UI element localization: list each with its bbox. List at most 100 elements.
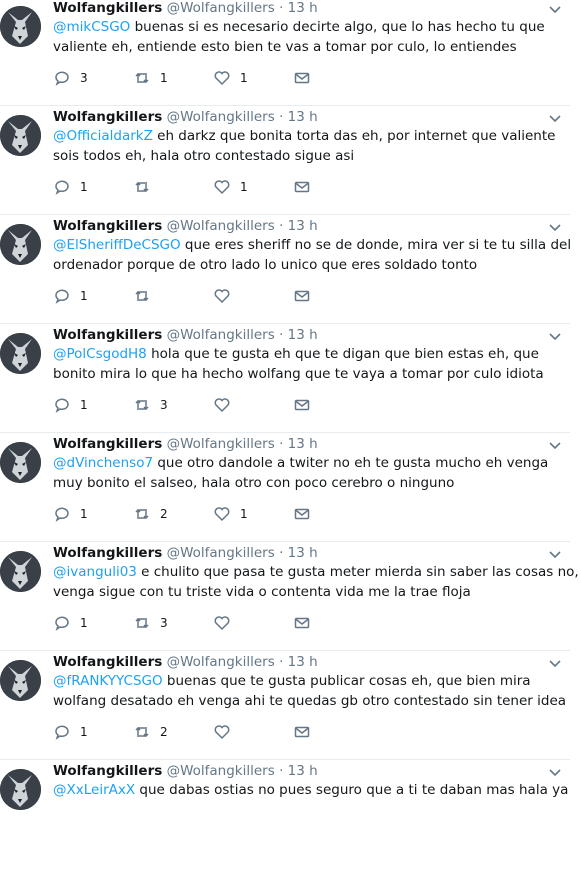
avatar[interactable] [0,333,41,374]
mention-link[interactable]: @ElSheriffDeCSGO [53,237,181,253]
tweet[interactable]: Wolfangkillers @Wolfangkillers · 13 h @X… [0,761,570,869]
tweet[interactable]: Wolfangkillers @Wolfangkillers · 13 h @i… [0,543,579,651]
like-button[interactable] [213,613,240,633]
like-button[interactable] [213,395,240,415]
wolf-avatar-icon [0,442,41,483]
avatar[interactable] [0,6,41,47]
avatar[interactable] [0,115,41,156]
retweet-button[interactable] [133,177,160,197]
timestamp[interactable]: · 13 h [279,545,318,561]
retweet-button[interactable]: 3 [133,395,168,415]
chevron-down-icon[interactable] [548,546,562,560]
direct-message-button[interactable] [293,68,311,88]
chevron-down-icon[interactable] [548,764,562,778]
timestamp[interactable]: · 13 h [279,763,318,779]
chevron-down-icon[interactable] [548,1,562,15]
chevron-down-icon[interactable] [548,110,562,124]
timestamp[interactable]: · 13 h [279,654,318,670]
reply-button[interactable]: 1 [53,613,88,633]
display-name[interactable]: Wolfangkillers [53,218,162,234]
timestamp[interactable]: · 13 h [279,0,318,16]
display-name[interactable]: Wolfangkillers [53,0,162,16]
retweet-button[interactable]: 1 [133,68,168,88]
chevron-down-icon[interactable] [548,219,562,233]
user-handle[interactable]: @Wolfangkillers [167,436,275,452]
direct-message-button[interactable] [293,286,311,306]
like-button[interactable]: 1 [213,68,248,88]
user-handle[interactable]: @Wolfangkillers [167,218,275,234]
tweet-text-line1: e chulito que pasa te gusta meter mierda… [136,564,579,580]
direct-message-button[interactable] [293,722,311,742]
mention-link[interactable]: @ivanguli03 [53,564,137,580]
reply-button[interactable]: 1 [53,504,88,524]
reply-button[interactable]: 1 [53,395,88,415]
avatar[interactable] [0,551,41,592]
mention-link[interactable]: @XxLeirAxX [53,782,135,798]
tweet[interactable]: Wolfangkillers @Wolfangkillers · 13 h @O… [0,107,570,215]
retweet-icon [135,181,149,193]
reply-button[interactable]: 3 [53,68,88,88]
tweet[interactable]: Wolfangkillers @Wolfangkillers · 13 h @m… [0,0,570,106]
mention-link[interactable]: @dVinchenso7 [53,455,153,471]
reply-button[interactable]: 1 [53,177,88,197]
tweet[interactable]: Wolfangkillers @Wolfangkillers · 13 h @P… [0,325,570,433]
tweet[interactable]: Wolfangkillers @Wolfangkillers · 13 h @E… [0,216,571,324]
reply-icon [55,71,69,86]
heart-icon [214,71,230,86]
mention-link[interactable]: @PolCsgodH8 [53,346,147,362]
display-name[interactable]: Wolfangkillers [53,327,162,343]
tweet-text: @dVinchenso7 que otro dandole a twiter n… [53,453,553,493]
tweet[interactable]: Wolfangkillers @Wolfangkillers · 13 h @f… [0,652,570,760]
reply-button[interactable]: 1 [53,722,88,742]
avatar[interactable] [0,442,41,483]
tweet-header: Wolfangkillers @Wolfangkillers · 13 h [53,107,318,127]
tweet[interactable]: Wolfangkillers @Wolfangkillers · 13 h @d… [0,434,570,542]
chevron-down-icon[interactable] [548,655,562,669]
reply-button[interactable]: 1 [53,286,88,306]
like-button[interactable] [213,286,240,306]
retweet-button[interactable]: 2 [133,722,168,742]
mention-link[interactable]: @OfficialdarkZ [53,128,153,144]
retweet-button[interactable]: 2 [133,504,168,524]
display-name[interactable]: Wolfangkillers [53,763,162,779]
tweet-text-line2: sois todos eh, hala otro contestado sigu… [53,148,355,164]
timestamp[interactable]: · 13 h [279,327,318,343]
like-button[interactable]: 1 [213,504,248,524]
display-name[interactable]: Wolfangkillers [53,545,162,561]
timestamp[interactable]: · 13 h [279,218,318,234]
user-handle[interactable]: @Wolfangkillers [167,763,275,779]
retweet-button[interactable] [133,286,160,306]
display-name[interactable]: Wolfangkillers [53,436,162,452]
mention-link[interactable]: @fRANKYYCSGO [53,673,163,689]
user-handle[interactable]: @Wolfangkillers [167,327,275,343]
timestamp[interactable]: · 13 h [279,109,318,125]
avatar[interactable] [0,660,41,701]
tweet-header: Wolfangkillers @Wolfangkillers · 13 h [53,325,318,345]
tweet-actions: 1 3 [53,613,373,633]
direct-message-button[interactable] [293,177,311,197]
like-button[interactable]: 1 [213,177,248,197]
display-name[interactable]: Wolfangkillers [53,109,162,125]
direct-message-button[interactable] [293,395,311,415]
chevron-down-icon[interactable] [548,437,562,451]
timestamp[interactable]: · 13 h [279,436,318,452]
user-handle[interactable]: @Wolfangkillers [167,109,275,125]
envelope-icon [294,181,310,193]
mention-link[interactable]: @mikCSGO [53,19,130,35]
tweet-actions: 1 2 [53,722,373,742]
like-button[interactable] [213,722,240,742]
user-handle[interactable]: @Wolfangkillers [167,545,275,561]
user-handle[interactable]: @Wolfangkillers [167,0,275,16]
chevron-down-icon[interactable] [548,328,562,342]
user-handle[interactable]: @Wolfangkillers [167,654,275,670]
avatar[interactable] [0,224,41,265]
direct-message-button[interactable] [293,613,311,633]
wolf-avatar-icon [0,660,41,701]
display-name[interactable]: Wolfangkillers [53,654,162,670]
direct-message-button[interactable] [293,504,311,524]
tweet-text-line1: que otro dandole a twiter no eh te gusta… [153,455,549,471]
retweet-button[interactable]: 3 [133,613,168,633]
tweet-actions: 1 1 [53,177,373,197]
envelope-icon [294,617,310,629]
retweet-icon [135,617,149,629]
